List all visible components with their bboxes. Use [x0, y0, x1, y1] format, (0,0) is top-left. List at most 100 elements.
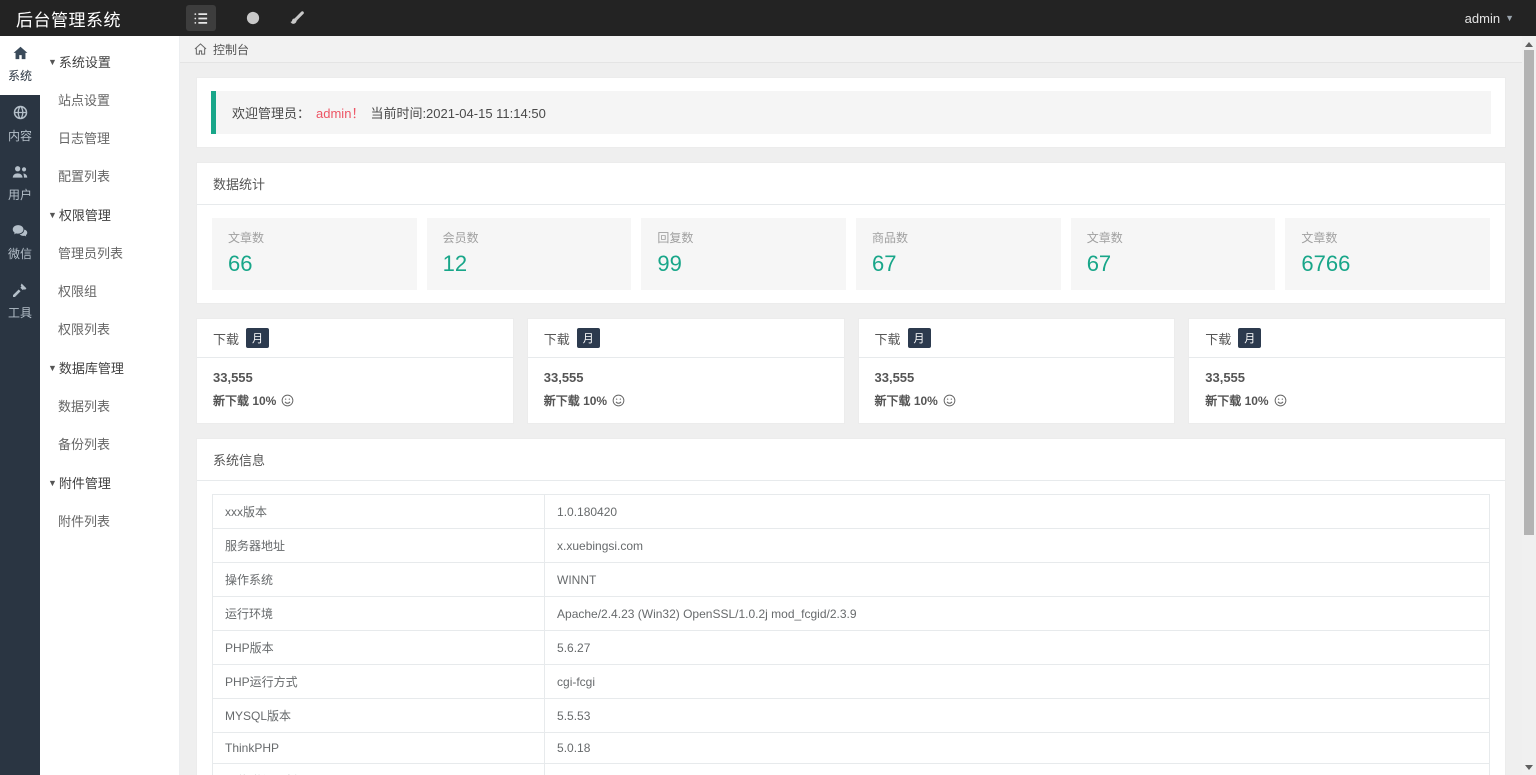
- stat-card-articles-3: 文章数 6766: [1285, 218, 1491, 290]
- info-value: cgi-fcgi: [544, 664, 1490, 699]
- home-outline-icon[interactable]: [194, 43, 207, 55]
- menu-group-permission[interactable]: ▼ 权限管理: [40, 195, 179, 234]
- breadcrumb: 控制台: [180, 36, 1536, 63]
- sidebar-toggle-button[interactable]: [186, 5, 216, 31]
- stats-panel-title: 数据统计: [197, 163, 1505, 205]
- welcome-panel: 欢迎管理员： admin！ 当前时间:2021-04-15 11:14:50: [196, 77, 1506, 148]
- topbar: 后台管理系统 admin ▼: [0, 0, 1536, 36]
- list-menu-icon: [194, 12, 208, 25]
- scrollbar-thumb[interactable]: [1524, 50, 1534, 535]
- welcome-prefix: 欢迎管理员：: [232, 106, 311, 121]
- stat-value: 12: [442, 251, 468, 276]
- menu-item-config-list[interactable]: 配置列表: [40, 157, 179, 195]
- stat-label: 文章数: [1086, 231, 1123, 245]
- globe-icon: [13, 105, 28, 123]
- stat-label: 会员数: [442, 231, 479, 245]
- rail-item-label: 用户: [7, 188, 32, 202]
- wechat-comments-icon: [12, 224, 28, 241]
- user-menu[interactable]: admin ▼: [1465, 11, 1536, 26]
- caret-down-icon: ▼: [48, 209, 57, 220]
- table-row: 服务器地址 x.xuebingsi.com: [211, 528, 1490, 563]
- refresh-globe-icon[interactable]: [246, 11, 260, 25]
- info-key: ThinkPHP: [211, 732, 546, 764]
- download-value: 33,555: [874, 370, 915, 385]
- system-info-title: 系统信息: [197, 439, 1505, 481]
- info-value: WINNT: [544, 562, 1490, 597]
- scroll-down-arrow[interactable]: [1522, 761, 1536, 773]
- clear-cache-brush-icon[interactable]: [290, 11, 304, 25]
- table-row: 操作系统 WINNT: [211, 562, 1490, 597]
- menu-item-permission-group[interactable]: 权限组: [40, 272, 179, 310]
- download-card: 下载 月 33,555 新下载 10%: [196, 318, 514, 424]
- rail-item-users[interactable]: 用户: [0, 155, 40, 214]
- rail-item-wechat[interactable]: 微信: [0, 214, 40, 273]
- menu-group-label: 系统设置: [58, 55, 111, 70]
- download-card-body: 33,555 新下载 10%: [859, 358, 1175, 423]
- download-card-body: 33,555 新下载 10%: [528, 358, 844, 423]
- menu-group-label: 附件管理: [58, 476, 111, 491]
- rail-item-system[interactable]: 系统: [0, 36, 40, 95]
- info-key: 服务器地址: [211, 528, 546, 563]
- icon-rail: 系统 内容 用户 微信 工具: [0, 36, 40, 775]
- info-value: 1.0.180420: [544, 494, 1490, 529]
- smiley-icon: [612, 394, 625, 407]
- rail-item-content[interactable]: 内容: [0, 95, 40, 155]
- table-row: PHP版本 5.6.27: [211, 630, 1490, 665]
- menu-item-log-management[interactable]: 日志管理: [40, 119, 179, 157]
- menu-group-system-settings[interactable]: ▼ 系统设置: [40, 42, 179, 81]
- rail-item-tools[interactable]: 工具: [0, 273, 40, 332]
- menu-item-attachment-list[interactable]: 附件列表: [40, 502, 179, 540]
- menu-item-permission-list[interactable]: 权限列表: [40, 310, 179, 348]
- system-info-panel: 系统信息 xxx版本 1.0.180420 服务器地址 x.xuebingsi.co…: [196, 438, 1506, 775]
- download-sub-text: 新下载 10%: [543, 394, 608, 408]
- month-badge: 月: [576, 328, 600, 348]
- download-sub-text: 新下载 10%: [1205, 394, 1269, 408]
- info-key: 上传附件限制: [211, 763, 546, 775]
- info-key: PHP运行方式: [211, 664, 546, 699]
- rail-item-label: 系统: [7, 69, 32, 83]
- smiley-icon: [281, 394, 294, 407]
- download-card: 下载 月 33,555 新下载 10%: [1188, 318, 1506, 424]
- menu-item-data-list[interactable]: 数据列表: [40, 387, 179, 425]
- info-value: x.xuebingsi.com: [544, 528, 1490, 563]
- breadcrumb-label[interactable]: 控制台: [213, 41, 249, 58]
- download-title: 下载: [543, 331, 570, 347]
- download-subline: 新下载 10%: [875, 392, 1159, 409]
- download-subline: 新下载 10%: [213, 392, 497, 409]
- download-card-header: 下载 月: [1189, 319, 1505, 358]
- download-value: 33,555: [1205, 370, 1246, 385]
- download-value: 33,555: [213, 370, 253, 385]
- table-row: ThinkPHP 5.0.18: [211, 732, 1490, 764]
- info-key: MYSQL版本: [211, 698, 546, 733]
- smiley-icon: [1274, 394, 1287, 407]
- table-row: PHP运行方式 cgi-fcgi: [211, 664, 1490, 699]
- username-label: admin: [1464, 10, 1501, 26]
- menu-item-admin-list[interactable]: 管理员列表: [40, 234, 179, 272]
- menu-group-label: 数据库管理: [58, 361, 124, 376]
- menu-group-label: 权限管理: [58, 208, 111, 223]
- download-card-body: 33,555 新下载 10%: [1189, 358, 1505, 423]
- rail-item-label: 内容: [7, 129, 32, 143]
- smiley-icon: [943, 394, 956, 407]
- download-card: 下载 月 33,555 新下载 10%: [526, 318, 845, 424]
- rail-item-label: 微信: [7, 247, 32, 261]
- stat-value: 66: [228, 251, 253, 276]
- scroll-up-arrow[interactable]: [1522, 38, 1536, 50]
- table-row: 上传附件限制2M: [211, 763, 1490, 775]
- welcome-admin-name: admin！: [316, 106, 365, 121]
- stats-panel: 数据统计 文章数 66 会员数 12 回复数 99 商品数 67 文章数 67 …: [196, 162, 1506, 304]
- menu-group-database[interactable]: ▼ 数据库管理: [40, 348, 179, 387]
- main-content: 控制台 欢迎管理员： admin！ 当前时间:2021-04-15 11:14:50…: [180, 36, 1536, 775]
- system-info-body: xxx版本 1.0.180420 服务器地址 x.xuebingsi.com 操作系…: [197, 481, 1505, 775]
- info-key: xxx版本: [211, 494, 546, 529]
- download-cards-row: 下载 月 33,555 新下载 10% 下载 月 33,555 新下载 10% …: [196, 318, 1506, 424]
- menu-item-backup-list[interactable]: 备份列表: [40, 425, 179, 463]
- vertical-scrollbar[interactable]: [1522, 36, 1536, 775]
- stat-label: 回复数: [657, 231, 694, 245]
- menu-group-attachment[interactable]: ▼ 附件管理: [40, 463, 179, 502]
- system-info-table: xxx版本 1.0.180420 服务器地址 x.xuebingsi.com 操作系…: [211, 494, 1490, 775]
- info-key: PHP版本: [211, 630, 546, 665]
- menu-item-site-settings[interactable]: 站点设置: [40, 81, 179, 119]
- download-title: 下载: [874, 331, 901, 347]
- download-card-header: 下载 月: [197, 319, 513, 358]
